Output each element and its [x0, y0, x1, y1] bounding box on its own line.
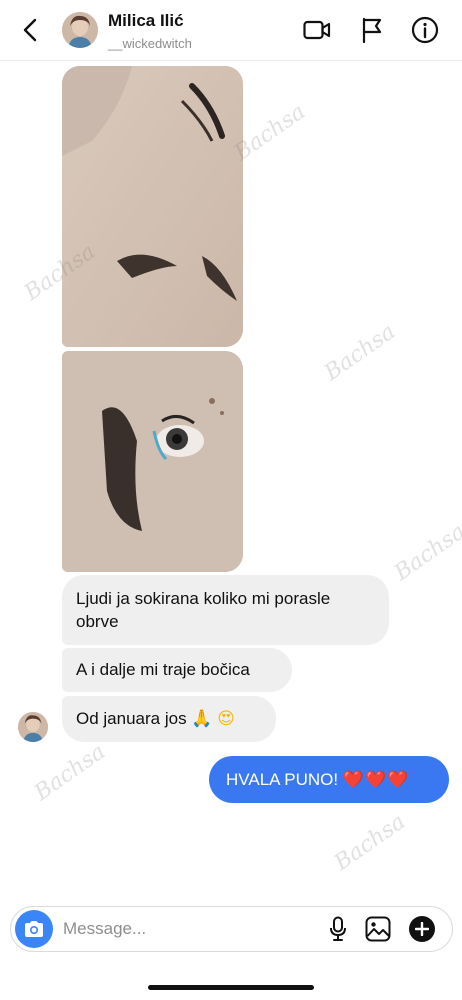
home-indicator	[148, 985, 314, 990]
sender-avatar[interactable]	[18, 712, 48, 742]
received-message[interactable]: A i dalje mi traje bočica	[62, 648, 292, 692]
chat-header: Milica Ilić __wickedwitch	[0, 0, 462, 61]
folded-hands-emoji: 🙏	[191, 709, 213, 729]
camera-icon[interactable]	[15, 910, 53, 948]
received-message[interactable]: Od januara jos 🙏 😍	[62, 696, 276, 742]
watermark-logo: Bachsa	[390, 519, 462, 586]
watermark-logo: Bachsa	[320, 319, 401, 386]
microphone-icon[interactable]	[325, 915, 351, 943]
message-text: A i dalje mi traje bočica	[76, 660, 250, 679]
sent-message[interactable]: HVALA PUNO! ❤️❤️❤️	[209, 756, 449, 803]
avatar[interactable]	[62, 12, 98, 48]
back-chevron-icon[interactable]	[14, 14, 46, 46]
received-message[interactable]: Ljudi ja sokirana koliko mi porasle obrv…	[62, 575, 389, 645]
video-camera-icon[interactable]	[302, 15, 332, 45]
info-icon[interactable]	[410, 15, 440, 45]
contact-name[interactable]: Milica Ilić	[108, 11, 184, 31]
shared-photo-eyebrows[interactable]	[62, 66, 243, 347]
message-text: Ljudi ja sokirana koliko mi porasle obrv…	[76, 589, 331, 631]
flag-icon[interactable]	[357, 15, 387, 45]
hearts-emoji: ❤️❤️❤️	[342, 770, 410, 790]
message-composer	[10, 906, 453, 952]
watermark-logo: Bachsa	[30, 739, 111, 806]
contact-handle: __wickedwitch	[108, 36, 192, 51]
gallery-icon[interactable]	[364, 915, 392, 943]
message-input[interactable]	[63, 915, 263, 943]
message-text: Od januara jos	[76, 709, 187, 728]
watermark-logo: Bachsa	[330, 809, 411, 876]
message-text: HVALA PUNO!	[226, 770, 339, 789]
heart-eyes-emoji: 😍	[217, 709, 235, 729]
shared-photo-eye[interactable]	[62, 351, 243, 572]
plus-icon[interactable]	[409, 916, 435, 942]
